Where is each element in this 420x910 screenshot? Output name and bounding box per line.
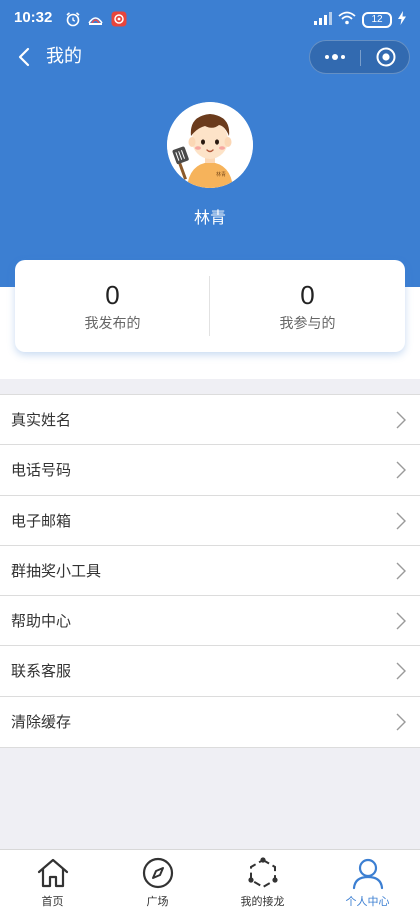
avatar-shirt-text: 林青 (216, 171, 226, 178)
chevron-left-icon (18, 47, 30, 67)
menu-item-label: 电话号码 (11, 461, 72, 480)
stat-published-count: 0 (105, 280, 120, 310)
cartoon-boy-avatar: 林青 (167, 102, 253, 188)
app-badge-icon (110, 10, 127, 27)
notification-icons (64, 10, 127, 27)
close-button[interactable] (361, 41, 411, 73)
menu-item-clear-cache[interactable]: 清除缓存 (0, 697, 420, 747)
menu-item-label: 群抽奖小工具 (11, 561, 102, 580)
signal-icon (314, 10, 332, 29)
mini-program-capsule (309, 40, 410, 74)
chevron-right-icon (396, 662, 406, 680)
more-button[interactable] (310, 41, 360, 73)
tab-label: 个人中心 (345, 895, 390, 908)
status-time: 10:32 (14, 9, 53, 26)
tab-label: 我的接龙 (240, 895, 285, 908)
tab-label: 首页 (41, 895, 64, 908)
menu-item-real-name[interactable]: 真实姓名 (0, 395, 420, 446)
page-title: 我的 (46, 46, 82, 67)
stat-participated-count: 0 (300, 280, 315, 310)
status-bar: 10:32 12 (0, 0, 420, 36)
charging-bolt-icon (398, 10, 406, 29)
chevron-right-icon (396, 612, 406, 630)
menu-item-label: 真实姓名 (11, 411, 72, 429)
battery-icon: 12 (362, 11, 392, 28)
chevron-right-icon (396, 461, 406, 479)
username: 林青 (193, 208, 226, 227)
menu-item-customer-service[interactable]: 联系客服 (0, 646, 420, 697)
stat-participated[interactable]: 0 我参与的 (210, 260, 405, 352)
tab-personal-center[interactable]: 个人中心 (315, 850, 420, 910)
tab-home[interactable]: 首页 (0, 850, 105, 910)
cast-icon (87, 10, 104, 27)
hexagon-nodes-icon (248, 857, 278, 889)
stats-card: 0 我发布的 0 我参与的 (15, 260, 405, 352)
chevron-right-icon (396, 512, 406, 530)
menu-item-label: 电子邮箱 (11, 511, 72, 530)
chevron-right-icon (396, 713, 406, 731)
avatar[interactable]: 林青 (167, 102, 253, 188)
chevron-right-icon (396, 562, 406, 580)
user-icon (352, 858, 384, 890)
chevron-right-icon (396, 411, 406, 429)
back-button[interactable] (12, 44, 38, 70)
menu-item-label: 帮助中心 (11, 612, 72, 631)
stat-participated-label: 我参与的 (279, 316, 336, 332)
bottom-tab-bar: 首页 广场 我的接龙 个人中心 (0, 849, 420, 910)
menu-item-label: 清除缓存 (11, 712, 72, 731)
alarm-icon (64, 10, 81, 27)
wifi-icon (338, 10, 356, 29)
home-icon (37, 858, 69, 888)
menu-item-label: 联系客服 (11, 662, 72, 681)
system-icons: 12 (314, 10, 406, 29)
stat-published-label: 我发布的 (84, 316, 141, 332)
menu-item-email[interactable]: 电子邮箱 (0, 496, 420, 546)
more-dots-icon-right (341, 55, 345, 59)
stat-published[interactable]: 0 我发布的 (15, 260, 210, 352)
menu-item-phone[interactable]: 电话号码 (0, 445, 420, 496)
close-target-icon (376, 47, 396, 67)
tab-square[interactable]: 广场 (105, 850, 210, 910)
menu-item-help-center[interactable]: 帮助中心 (0, 596, 420, 647)
more-dots-icon-center (332, 54, 338, 60)
settings-menu: 真实姓名 电话号码 电子邮箱 群抽奖小工具 帮助中心 联系客服 清除缓存 (0, 394, 420, 749)
tab-my-relay[interactable]: 我的接龙 (210, 850, 315, 910)
more-dots-icon (325, 55, 329, 59)
menu-item-lottery-tool[interactable]: 群抽奖小工具 (0, 546, 420, 597)
compass-icon (142, 857, 174, 889)
tab-label: 广场 (146, 895, 169, 908)
